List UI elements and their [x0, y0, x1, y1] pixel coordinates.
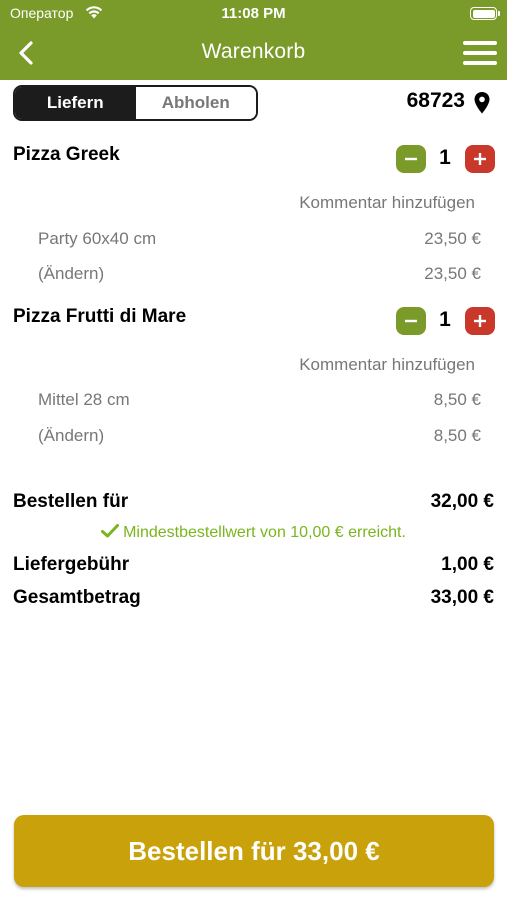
page-title: Warenkorb [201, 40, 306, 63]
increase-quantity-button[interactable] [465, 145, 495, 173]
total-label: Gesamtbetrag [13, 587, 141, 608]
decrease-quantity-button[interactable] [396, 145, 426, 173]
app-header: Оператор 11:08 PM Warenkorb [0, 0, 507, 80]
change-item-link[interactable]: (Ändern) [38, 264, 104, 284]
minimum-order-text: Mindestbestellwert von 10,00 € erreicht. [123, 524, 406, 541]
cart-item-name: Pizza Greek [13, 144, 120, 165]
delivery-fee-value: 1,00 € [441, 554, 494, 575]
minus-icon [405, 157, 417, 161]
item-size-price: 23,50 € [424, 229, 481, 248]
item-subtotal: 8,50 € [433, 426, 481, 445]
change-item-link[interactable]: (Ändern) [38, 426, 104, 446]
tab-abholen[interactable]: Abholen [135, 87, 256, 119]
plus-icon [474, 153, 486, 165]
item-size-label: Party 60x40 cm [38, 229, 157, 248]
order-for-label: Bestellen für [13, 491, 129, 512]
hamburger-menu-icon[interactable] [463, 40, 497, 66]
item-subtotal: 23,50 € [424, 264, 481, 283]
item-size-label: Mittel 28 cm [38, 390, 130, 409]
decrease-quantity-button[interactable] [396, 307, 426, 335]
minus-icon [405, 319, 417, 323]
item-size-price: 8,50 € [433, 390, 481, 409]
minimum-order-message: Mindestbestellwert von 10,00 € erreicht. [0, 524, 507, 542]
quantity-value: 1 [439, 146, 451, 169]
plus-icon [474, 315, 486, 327]
status-bar: Оператор 11:08 PM [0, 0, 507, 28]
postcode[interactable]: 68723 [407, 89, 465, 113]
place-order-button[interactable]: Bestellen für 33,00 € [14, 815, 494, 887]
location-pin-icon[interactable] [473, 91, 491, 115]
quantity-value: 1 [439, 308, 451, 331]
tab-liefern[interactable]: Liefern [15, 87, 136, 119]
checkmark-icon [101, 524, 120, 538]
add-comment-link[interactable]: Kommentar hinzufügen [299, 355, 475, 375]
status-time: 11:08 PM [221, 5, 286, 22]
battery-icon [470, 7, 500, 20]
order-for-value: 32,00 € [430, 491, 494, 512]
cart-item-name: Pizza Frutti di Mare [13, 306, 187, 327]
delivery-mode-toggle: Liefern Abholen [13, 85, 258, 121]
total-value: 33,00 € [430, 587, 494, 608]
add-comment-link[interactable]: Kommentar hinzufügen [299, 193, 475, 213]
delivery-fee-label: Liefergebühr [13, 554, 130, 575]
increase-quantity-button[interactable] [465, 307, 495, 335]
